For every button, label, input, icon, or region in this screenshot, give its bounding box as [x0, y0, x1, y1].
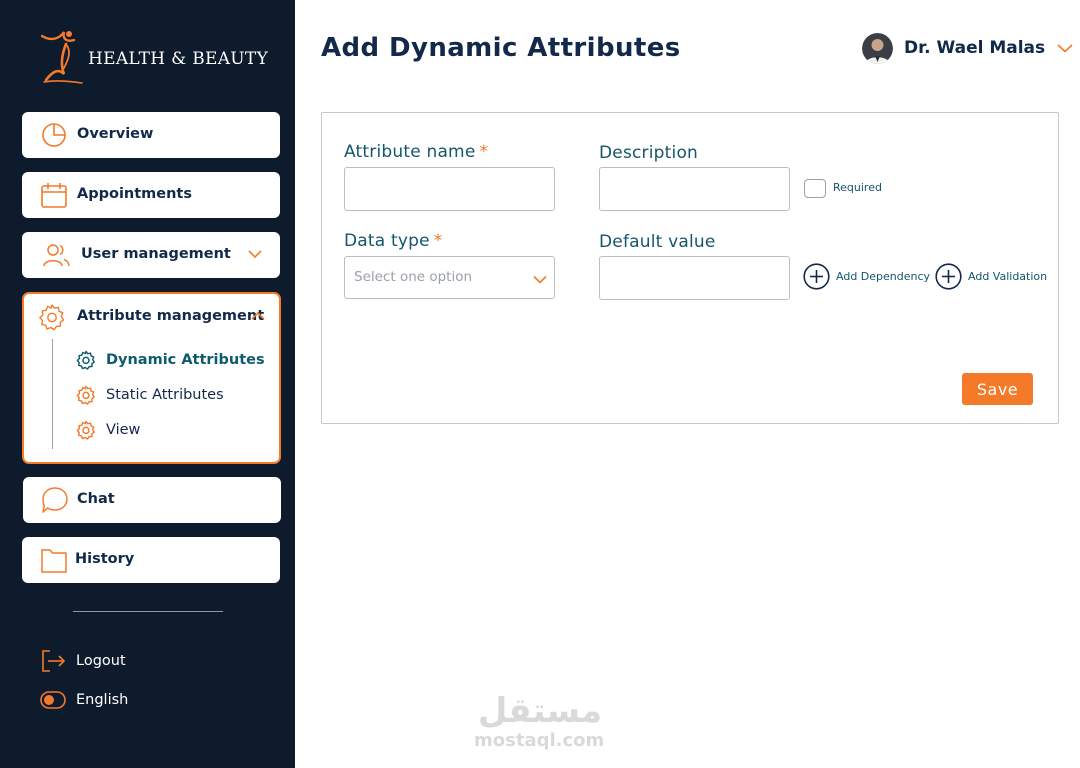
required-mark: *	[433, 231, 443, 251]
sidebar-subitem-static-attributes[interactable]: Static Attributes	[76, 383, 224, 407]
brand-name: HEALTH & BEAUTY	[88, 49, 269, 69]
sidebar-item-label: Attribute management	[77, 308, 265, 324]
logout-button[interactable]: Logout	[40, 648, 126, 674]
sidebar-item-overview[interactable]: Overview	[22, 112, 280, 158]
language-label: English	[76, 692, 129, 708]
pie-chart-icon	[42, 123, 66, 147]
sidebar-item-label: User management	[81, 246, 231, 262]
required-mark: *	[479, 142, 489, 162]
brand-logo[interactable]: HEALTH & BEAUTY	[38, 28, 278, 88]
gear-icon	[39, 304, 65, 331]
chevron-down-icon[interactable]	[248, 249, 262, 259]
toggle-icon	[40, 691, 66, 709]
folder-icon	[41, 549, 67, 573]
sidebar-subitem-label: Static Attributes	[106, 387, 224, 403]
description-label: Description	[599, 143, 699, 163]
sidebar-item-label: Overview	[77, 126, 154, 142]
plus-circle-icon	[803, 262, 830, 290]
gear-icon	[76, 420, 95, 440]
add-validation-button[interactable]: Add Validation	[935, 262, 1047, 290]
sidebar-subitem-dynamic-attributes[interactable]: Dynamic Attributes	[76, 348, 265, 372]
sidebar-item-appointments[interactable]: Appointments	[22, 172, 280, 218]
add-dependency-button[interactable]: Add Dependency	[803, 262, 930, 290]
add-validation-label: Add Validation	[968, 269, 1048, 283]
data-type-label: Data type *	[344, 231, 443, 251]
data-type-select[interactable]: Select one option	[344, 256, 555, 299]
sidebar-item-attribute-management[interactable]: Attribute management Dynamic Attributes …	[22, 292, 281, 464]
default-value-label: Default value	[599, 232, 716, 252]
chevron-down-icon	[533, 275, 547, 284]
chevron-down-icon[interactable]	[1057, 43, 1073, 53]
attribute-name-label: Attribute name *	[344, 142, 489, 162]
sidebar-item-label: Chat	[77, 491, 115, 507]
sidebar-subitem-label: Dynamic Attributes	[106, 352, 265, 368]
sidebar-subitem-view[interactable]: View	[76, 418, 140, 442]
required-checkbox[interactable]	[804, 179, 826, 198]
data-type-placeholder: Select one option	[354, 269, 473, 285]
sidebar-item-label: Appointments	[77, 186, 192, 202]
tree-connector	[52, 339, 53, 449]
sidebar: HEALTH & BEAUTY Overview Appointments Us…	[0, 0, 295, 768]
chevron-up-icon[interactable]	[251, 311, 265, 321]
gear-icon	[76, 385, 95, 405]
sidebar-item-label: History	[75, 551, 135, 567]
gear-icon	[76, 350, 95, 370]
sidebar-item-user-management[interactable]: User management	[22, 232, 280, 278]
chat-bubble-icon	[42, 487, 68, 513]
watermark-logo: مستقل	[478, 691, 602, 731]
attribute-name-input[interactable]	[344, 167, 555, 211]
description-input[interactable]	[599, 167, 790, 211]
attribute-form: Attribute name * Description Required Dat…	[321, 112, 1059, 424]
sidebar-item-chat[interactable]: Chat	[23, 477, 281, 523]
watermark: مستقل mostaql.com	[470, 690, 610, 752]
default-value-input[interactable]	[599, 256, 790, 300]
sidebar-divider	[73, 611, 223, 612]
calendar-icon	[41, 183, 67, 208]
figure-swirl-icon	[40, 31, 83, 84]
add-dependency-label: Add Dependency	[836, 269, 931, 283]
logout-label: Logout	[76, 653, 126, 669]
logout-icon	[42, 650, 66, 672]
users-icon	[43, 244, 70, 267]
sidebar-item-history[interactable]: History	[22, 537, 280, 583]
save-button[interactable]: Save	[962, 373, 1033, 405]
avatar[interactable]	[862, 32, 893, 64]
watermark-text: mostaql.com	[474, 730, 605, 751]
user-menu[interactable]: Dr. Wael Malas	[862, 32, 1073, 64]
sidebar-subitem-label: View	[106, 422, 141, 438]
language-toggle[interactable]: English	[40, 687, 128, 713]
required-checkbox-label: Required	[833, 181, 882, 194]
user-name: Dr. Wael Malas	[904, 38, 1046, 58]
page-title: Add Dynamic Attributes	[321, 33, 681, 63]
plus-circle-icon	[935, 262, 962, 290]
svg-text:مستقل: مستقل	[478, 691, 602, 730]
